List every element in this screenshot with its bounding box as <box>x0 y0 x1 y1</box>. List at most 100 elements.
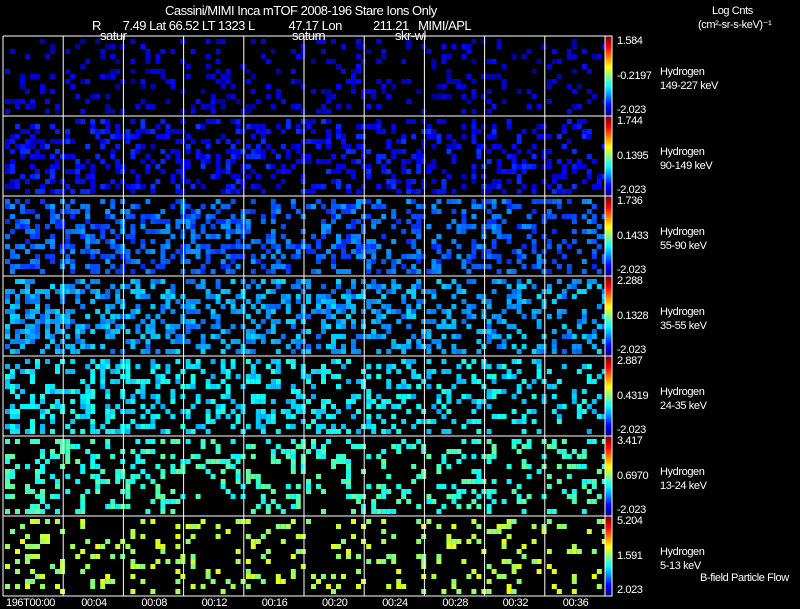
heatmap-cell <box>155 59 161 64</box>
heatmap-cell <box>245 314 251 319</box>
energy-range-label: 90-149 keV <box>660 160 713 172</box>
heatmap-cell <box>115 479 121 484</box>
heatmap-cell <box>15 199 20 204</box>
heatmap-cell <box>496 529 502 534</box>
heatmap-cell <box>145 229 151 234</box>
heatmap-cell <box>110 74 116 79</box>
heatmap-cell <box>411 244 417 249</box>
heatmap-cell <box>361 214 366 219</box>
heatmap-cell <box>551 299 557 304</box>
heatmap-cell <box>280 179 286 184</box>
heatmap-cell <box>50 169 55 174</box>
heatmap-cell <box>551 199 557 204</box>
heatmap-cell <box>486 324 492 329</box>
heatmap-cell <box>70 369 76 374</box>
species-label: Hydrogen <box>660 226 705 238</box>
heatmap-cell <box>10 99 15 104</box>
heatmap-cell <box>496 524 502 529</box>
heatmap-cell <box>376 184 382 189</box>
heatmap-cell <box>60 329 65 334</box>
heatmap-cell <box>456 489 462 494</box>
colorbar-max-label: 1.584 <box>617 35 643 47</box>
heatmap-cell <box>596 304 602 309</box>
heatmap-cell <box>100 479 106 484</box>
heatmap-cell <box>361 294 366 299</box>
heatmap-cell <box>516 134 522 139</box>
heatmap-cell <box>481 384 487 389</box>
heatmap-cell <box>326 294 331 299</box>
heatmap-cell <box>285 299 291 304</box>
heatmap-cell <box>70 139 76 144</box>
heatmap-cell <box>10 269 15 274</box>
heatmap-cell <box>40 349 45 354</box>
species-label: Hydrogen <box>660 306 705 318</box>
heatmap-cell <box>561 439 567 444</box>
heatmap-cell <box>551 179 557 184</box>
heatmap-cell <box>150 279 156 284</box>
heatmap-cell <box>391 344 397 349</box>
heatmap-cell <box>30 369 35 374</box>
heatmap-cell <box>421 329 427 334</box>
heatmap-cell <box>466 504 472 509</box>
heatmap-cell <box>135 289 141 294</box>
heatmap-cell <box>180 109 186 114</box>
heatmap-cell <box>300 409 306 414</box>
heatmap-cell <box>446 144 452 149</box>
heatmap-cell <box>5 484 10 489</box>
heatmap-cell <box>441 179 447 184</box>
heatmap-cell <box>105 444 111 449</box>
heatmap-cell <box>115 249 121 254</box>
heatmap-cell <box>471 129 477 134</box>
heatmap-cell <box>416 224 422 229</box>
heatmap-cell <box>190 249 196 254</box>
heatmap-cell <box>386 144 392 149</box>
heatmap-cell <box>326 584 331 589</box>
heatmap-cell <box>150 394 156 399</box>
heatmap-cell <box>50 254 55 259</box>
heatmap-cell <box>235 154 241 159</box>
heatmap-cell <box>5 479 10 484</box>
heatmap-cell <box>451 349 457 354</box>
heatmap-cell <box>481 224 487 229</box>
heatmap-cell <box>125 399 131 404</box>
heatmap-cell <box>205 214 211 219</box>
heatmap-cell <box>10 454 15 459</box>
heatmap-cell <box>326 144 331 149</box>
heatmap-cell <box>566 189 572 194</box>
heatmap-cell <box>486 109 492 114</box>
heatmap-cell <box>50 124 55 129</box>
heatmap-cell <box>180 209 186 214</box>
heatmap-cell <box>235 374 241 379</box>
heatmap-cell <box>436 409 442 414</box>
heatmap-cell <box>135 339 141 344</box>
heatmap-cell <box>250 454 256 459</box>
heatmap-cell <box>225 74 231 79</box>
heatmap-cell <box>571 464 577 469</box>
heatmap-cell <box>125 214 131 219</box>
heatmap-cell <box>275 319 281 324</box>
heatmap-cell <box>10 374 15 379</box>
heatmap-cell <box>306 139 311 144</box>
heatmap-cell <box>416 214 422 219</box>
heatmap-cell <box>471 249 477 254</box>
heatmap-cell <box>321 449 326 454</box>
heatmap-cell <box>275 184 281 189</box>
heatmap-cell <box>506 179 512 184</box>
heatmap-cell <box>120 504 126 509</box>
heatmap-cell <box>461 109 467 114</box>
heatmap-cell <box>326 429 331 434</box>
heatmap-cell <box>10 414 15 419</box>
heatmap-cell <box>135 564 141 569</box>
heatmap-cell <box>586 334 592 339</box>
heatmap-cell <box>285 154 291 159</box>
heatmap-cell <box>306 379 311 384</box>
heatmap-cell <box>501 64 507 69</box>
heatmap-cell <box>260 189 266 194</box>
heatmap-cell <box>115 134 121 139</box>
heatmap-cell <box>5 379 10 384</box>
heatmap-cell <box>561 294 567 299</box>
heatmap-cell <box>165 239 171 244</box>
heatmap-cell <box>30 329 35 334</box>
heatmap-cell <box>386 304 392 309</box>
heatmap-cell <box>90 234 96 239</box>
